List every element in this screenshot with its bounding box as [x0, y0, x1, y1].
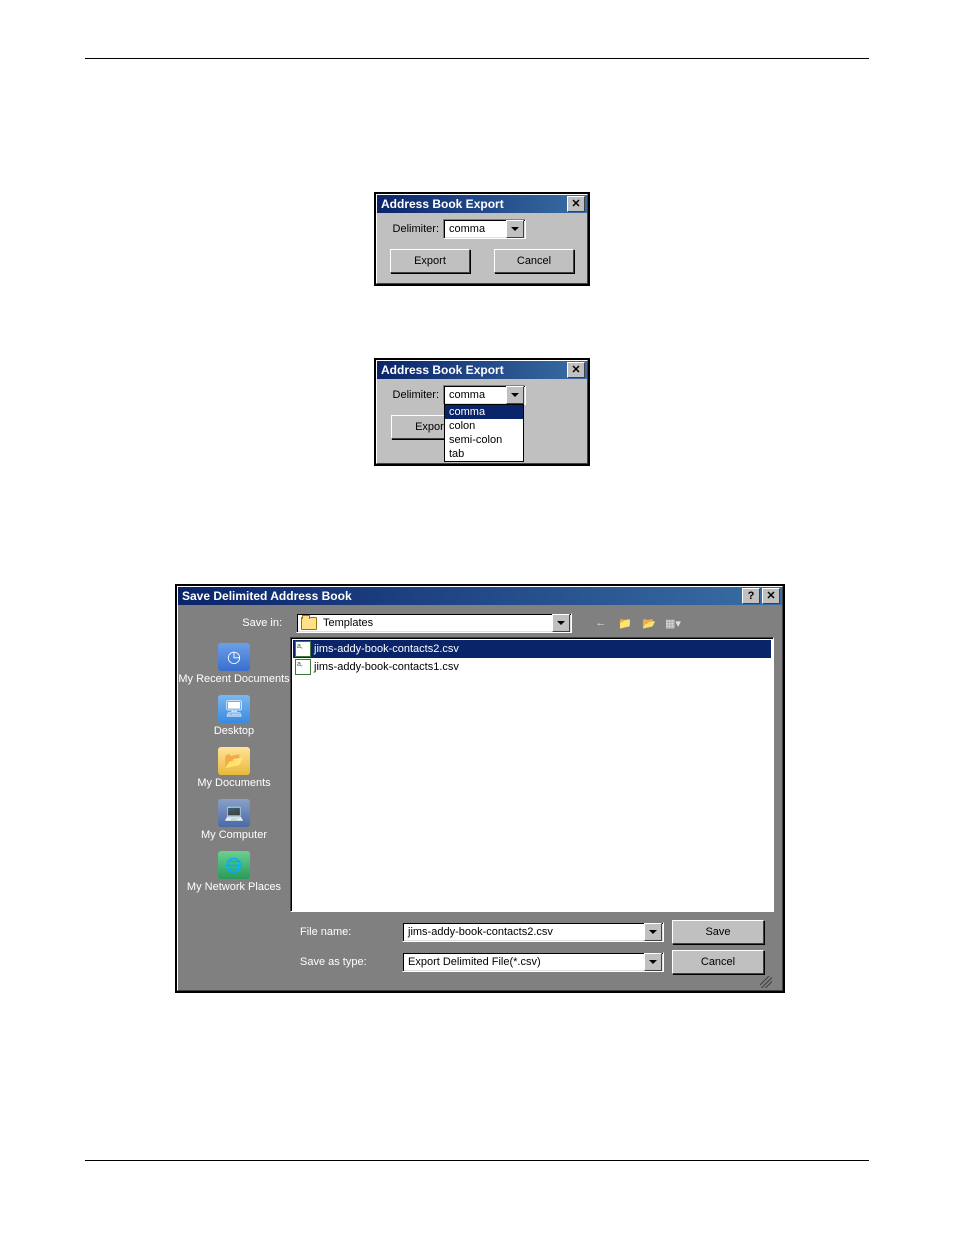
page-rule-bottom — [85, 1160, 869, 1161]
chevron-down-icon[interactable] — [506, 386, 524, 404]
delimiter-combo-value: comma — [447, 388, 505, 402]
delimiter-dropdown: comma colon semi-colon tab — [444, 404, 524, 462]
place-label: My Recent Documents — [178, 673, 290, 685]
close-icon[interactable]: ✕ — [567, 362, 585, 378]
my-network-places-icon — [218, 851, 250, 879]
views-icon[interactable]: ▦▾ — [664, 614, 682, 632]
cancel-button[interactable]: Cancel — [494, 249, 574, 273]
delimiter-option[interactable]: tab — [445, 447, 523, 461]
delimiter-combo[interactable]: comma — [443, 219, 526, 239]
dialog-title: Address Book Export — [381, 363, 504, 377]
save-in-value: Templates — [321, 616, 551, 630]
desktop-icon — [218, 695, 250, 723]
save-in-combo[interactable]: Templates — [296, 613, 572, 633]
file-item[interactable]: jims-addy-book-contacts1.csv — [293, 658, 771, 676]
back-icon[interactable]: ← — [592, 614, 610, 632]
titlebar[interactable]: Address Book Export ✕ — [377, 361, 587, 379]
file-list[interactable]: jims-addy-book-contacts2.csv jims-addy-b… — [290, 637, 774, 912]
place-label: Desktop — [178, 725, 290, 737]
cancel-button[interactable]: Cancel — [672, 950, 764, 974]
address-book-export-dialog: Address Book Export ✕ Delimiter: comma E… — [374, 192, 590, 286]
place-label: My Documents — [178, 777, 290, 789]
csv-file-icon — [295, 641, 311, 657]
save-as-type-combo[interactable]: Export Delimited File(*.csv) — [402, 952, 664, 972]
place-label: My Network Places — [178, 881, 290, 893]
export-button[interactable]: Export — [390, 249, 470, 273]
place-label: My Computer — [178, 829, 290, 841]
delimiter-label: Delimiter: — [385, 389, 443, 401]
dialog-title: Address Book Export — [381, 197, 504, 211]
file-item[interactable]: jims-addy-book-contacts2.csv — [293, 640, 771, 658]
chevron-down-icon[interactable] — [644, 923, 662, 941]
titlebar[interactable]: Address Book Export ✕ — [377, 195, 587, 213]
chevron-down-icon[interactable] — [506, 220, 524, 238]
my-documents-icon — [218, 747, 250, 775]
places-my-recent-documents[interactable]: My Recent Documents — [178, 641, 290, 689]
resize-grip-icon[interactable] — [760, 976, 772, 988]
places-my-network-places[interactable]: My Network Places — [178, 849, 290, 897]
delimiter-option[interactable]: comma — [445, 405, 523, 419]
delimiter-label: Delimiter: — [385, 223, 443, 235]
file-name-input[interactable]: jims-addy-book-contacts2.csv — [402, 922, 664, 942]
page-rule-top — [85, 58, 869, 59]
my-computer-icon — [218, 799, 250, 827]
chevron-down-icon[interactable] — [644, 953, 662, 971]
recent-documents-icon — [218, 643, 250, 671]
delimiter-option[interactable]: semi-colon — [445, 433, 523, 447]
save-button[interactable]: Save — [672, 920, 764, 944]
file-name-value: jims-addy-book-contacts2.csv — [406, 925, 643, 939]
places-bar: My Recent Documents Desktop My Documents — [178, 637, 290, 990]
save-as-type-value: Export Delimited File(*.csv) — [406, 955, 643, 969]
delimiter-option[interactable]: colon — [445, 419, 523, 433]
save-delimited-address-book-dialog: Save Delimited Address Book ? ✕ Save in:… — [175, 584, 785, 993]
delimiter-combo[interactable]: comma comma colon semi-colon tab — [443, 385, 526, 405]
file-item-name: jims-addy-book-contacts2.csv — [314, 643, 459, 655]
chevron-down-icon[interactable] — [552, 614, 570, 632]
help-icon[interactable]: ? — [742, 588, 760, 604]
places-my-computer[interactable]: My Computer — [178, 797, 290, 845]
save-in-label: Save in: — [188, 617, 290, 629]
close-icon[interactable]: ✕ — [762, 588, 780, 604]
places-desktop[interactable]: Desktop — [178, 693, 290, 741]
new-folder-icon[interactable]: 📂 — [640, 614, 658, 632]
up-one-level-icon[interactable]: 📁 — [616, 614, 634, 632]
file-name-label: File name: — [300, 926, 394, 938]
titlebar[interactable]: Save Delimited Address Book ? ✕ — [178, 587, 782, 605]
folder-icon — [301, 617, 317, 630]
save-as-type-label: Save as type: — [300, 956, 394, 968]
dialog-title: Save Delimited Address Book — [182, 589, 352, 603]
address-book-export-dialog-open: Address Book Export ✕ Delimiter: comma c… — [374, 358, 590, 466]
places-my-documents[interactable]: My Documents — [178, 745, 290, 793]
csv-file-icon — [295, 659, 311, 675]
delimiter-combo-value: comma — [447, 222, 505, 236]
file-item-name: jims-addy-book-contacts1.csv — [314, 661, 459, 673]
close-icon[interactable]: ✕ — [567, 196, 585, 212]
